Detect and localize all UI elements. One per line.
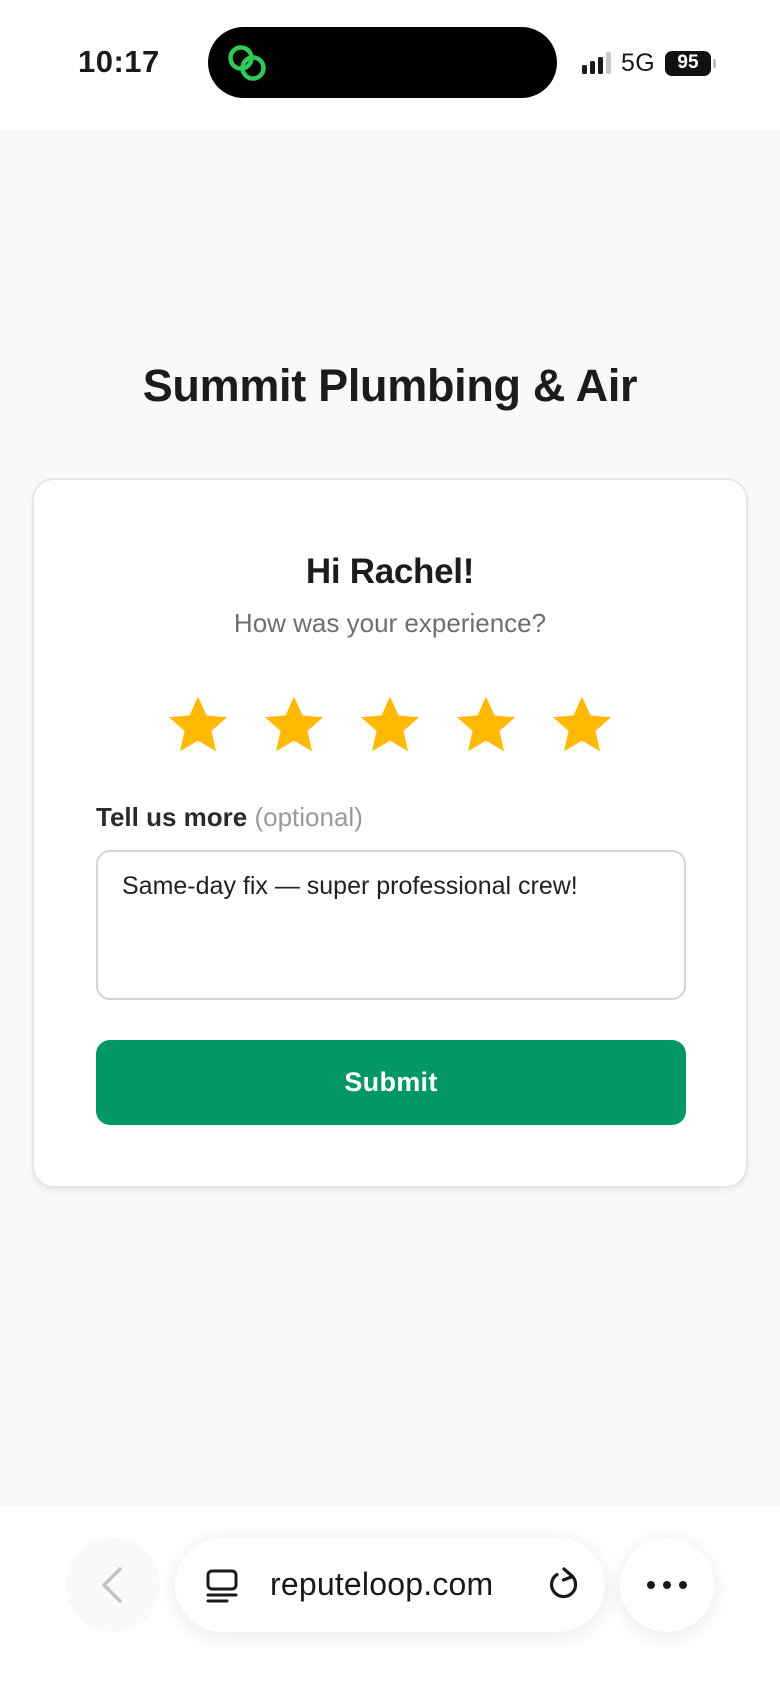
url-text: reputeloop.com bbox=[270, 1566, 494, 1602]
status-indicators: 5G 95 bbox=[582, 48, 716, 78]
feedback-textarea[interactable]: Same-day fix — super professional crew! bbox=[96, 850, 686, 1000]
tabs-icon[interactable] bbox=[205, 1568, 239, 1604]
linked-rings-app-icon bbox=[228, 45, 266, 81]
battery-level: 95 bbox=[664, 50, 711, 76]
review-card: Hi Rachel! How was your experience? Tell… bbox=[32, 478, 748, 1188]
star-icon-1[interactable] bbox=[165, 692, 231, 758]
star-icon-4[interactable] bbox=[453, 692, 519, 758]
network-type: 5G bbox=[621, 48, 655, 77]
feedback-label: Tell us more (optional) bbox=[96, 802, 363, 833]
feedback-optional-hint: (optional) bbox=[254, 802, 363, 832]
more-button[interactable] bbox=[620, 1538, 714, 1632]
star-icon-3[interactable] bbox=[357, 692, 423, 758]
business-name: Summit Plumbing & Air bbox=[142, 360, 638, 411]
cellular-signal-icon bbox=[582, 52, 611, 74]
browser-toolbar: reputeloop.com bbox=[0, 1506, 780, 1696]
back-chevron-icon bbox=[102, 1567, 122, 1603]
reload-icon[interactable] bbox=[545, 1566, 583, 1604]
status-time: 10:17 bbox=[78, 44, 160, 79]
experience-question: How was your experience? bbox=[233, 608, 547, 638]
back-button[interactable] bbox=[66, 1538, 160, 1632]
address-bar[interactable]: reputeloop.com bbox=[175, 1538, 605, 1632]
star-icon-2[interactable] bbox=[261, 692, 327, 758]
feedback-label-text: Tell us more bbox=[96, 802, 248, 832]
more-icon bbox=[647, 1581, 687, 1589]
greeting: Hi Rachel! bbox=[305, 552, 475, 591]
star-icon-5[interactable] bbox=[549, 692, 615, 758]
screen: 10:17 5G 95 Summit Plumbing & Air Hi Rac… bbox=[0, 0, 780, 1696]
status-bar: 10:17 5G 95 bbox=[0, 0, 780, 130]
battery-icon: 95 bbox=[664, 50, 716, 76]
dynamic-island bbox=[208, 27, 557, 98]
star-rating bbox=[34, 692, 746, 758]
submit-button[interactable]: Submit bbox=[96, 1040, 686, 1125]
